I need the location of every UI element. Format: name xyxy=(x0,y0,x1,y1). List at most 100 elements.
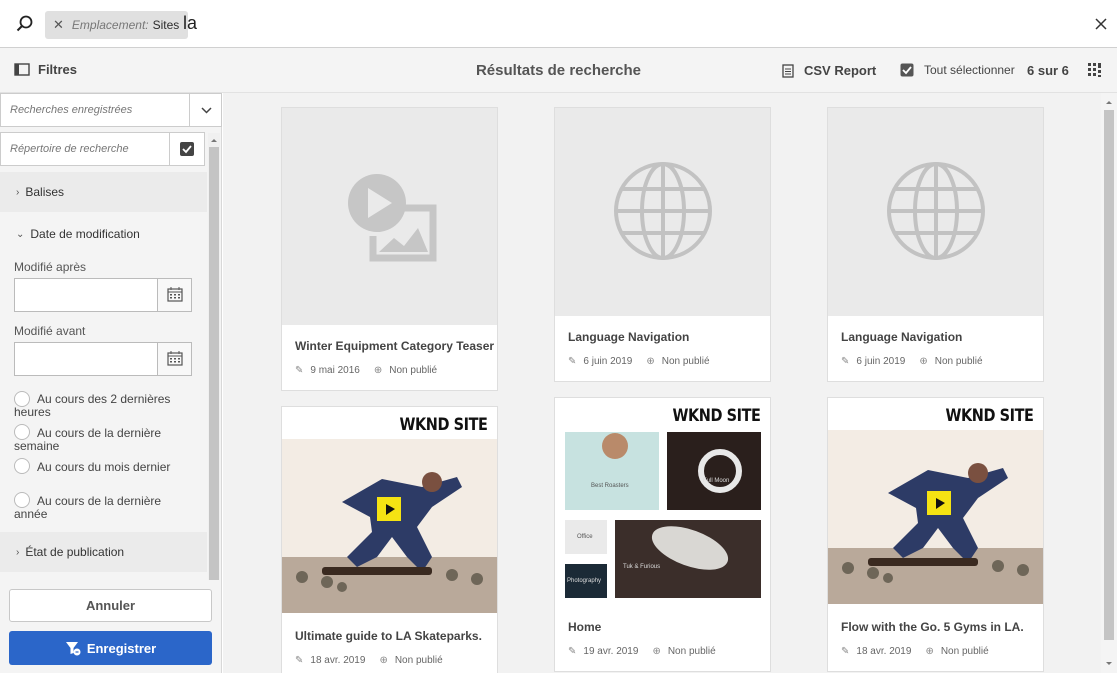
saved-searches-placeholder: Recherches enregistrées xyxy=(10,104,133,116)
radio-last-month-label: Au cours du mois dernier xyxy=(37,460,171,474)
collage-tile-label: Tuk & Furious xyxy=(623,564,661,570)
globe-icon xyxy=(887,162,985,260)
card-meta: ✎ 6 juin 2019 ⊕ Non publié xyxy=(841,356,983,367)
scroll-down-arrow-icon[interactable] xyxy=(1101,657,1117,671)
skater-image xyxy=(828,430,1043,604)
pencil-icon: ✎ xyxy=(568,356,577,367)
save-filter-icon xyxy=(65,642,81,656)
results-scrollbar[interactable] xyxy=(1101,93,1117,673)
card-status: Non publié xyxy=(389,365,438,376)
result-card[interactable]: WKND SITE Best Roasters Full Moon Office… xyxy=(554,397,771,672)
result-card[interactable]: Winter Equipment Category Teaser ✎ 9 mai… xyxy=(281,107,498,391)
pencil-icon: ✎ xyxy=(841,646,850,657)
publication-section-header[interactable]: › État de publication xyxy=(0,532,207,572)
globe-status-icon: ⊕ xyxy=(919,356,928,367)
modified-after-input[interactable] xyxy=(14,278,158,312)
chevron-down-icon[interactable] xyxy=(189,94,222,126)
csv-report-button[interactable]: CSV Report xyxy=(782,63,876,78)
scrollbar-thumb[interactable] xyxy=(1104,110,1114,640)
video-image-icon xyxy=(348,174,437,262)
card-status: Non publié xyxy=(394,655,443,666)
modified-section-header[interactable]: ⌄ Date de modification xyxy=(0,214,207,254)
result-card[interactable]: WKND SITE Ultimate guide to LA Skatepark… xyxy=(281,406,498,673)
results-toolbar: Filtres Résultats de recherche CSV Repor… xyxy=(0,48,1117,93)
pencil-icon: ✎ xyxy=(295,365,304,376)
globe-status-icon: ⊕ xyxy=(379,655,388,666)
card-title: Language Navigation xyxy=(568,330,690,344)
globe-status-icon: ⊕ xyxy=(652,646,661,657)
modified-after-calendar-button[interactable] xyxy=(157,278,192,312)
result-count: 6 sur 6 xyxy=(1027,63,1069,78)
select-all-label: Tout sélectionner xyxy=(924,63,1015,77)
search-input[interactable]: la xyxy=(183,13,197,34)
chevron-right-icon: › xyxy=(16,546,20,558)
filters-button[interactable]: Filtres xyxy=(14,62,77,77)
radio-last-week-label: Au cours de la dernière semaine xyxy=(14,426,162,453)
card-date: 18 avr. 2019 xyxy=(856,646,912,657)
collage-tile-label: Photography xyxy=(567,578,602,584)
tags-section-label: Balises xyxy=(25,185,65,199)
card-meta: ✎ 6 juin 2019 ⊕ Non publié xyxy=(568,356,710,367)
publication-section-label: État de publication xyxy=(25,545,125,559)
card-date: 9 mai 2016 xyxy=(310,365,360,376)
radio-last-2-hours-label: Au cours des 2 dernières heures xyxy=(14,392,171,419)
pencil-icon: ✎ xyxy=(295,655,304,666)
pencil-icon: ✎ xyxy=(841,356,850,367)
tags-section-header[interactable]: › Balises xyxy=(0,172,207,212)
filters-panel: Recherches enregistrées Répertoire de re… xyxy=(0,93,222,673)
card-thumbnail xyxy=(828,108,1043,316)
collage-tile-label: Office xyxy=(577,534,593,540)
skater-image xyxy=(282,439,497,613)
search-bar: ✕ Emplacement: Sites la xyxy=(0,0,1117,48)
saved-searches-select[interactable]: Recherches enregistrées xyxy=(0,93,222,127)
card-meta: ✎ 9 mai 2016 ⊕ Non publié xyxy=(295,365,437,376)
card-title: Language Navigation xyxy=(841,330,963,344)
collage-tile-label: Full Moon xyxy=(703,478,730,484)
search-icon[interactable] xyxy=(15,14,35,34)
modified-section-label: Date de modification xyxy=(30,227,140,241)
pencil-icon: ✎ xyxy=(568,646,577,657)
card-title: Flow with the Go. 5 Gyms in LA. xyxy=(841,620,1024,634)
directory-picker-button[interactable] xyxy=(169,132,205,166)
result-card[interactable]: Language Navigation ✎ 6 juin 2019 ⊕ Non … xyxy=(554,107,771,382)
calendar-icon xyxy=(167,351,183,366)
report-icon xyxy=(782,63,794,78)
select-all-button[interactable]: Tout sélectionner xyxy=(900,63,1015,77)
close-icon[interactable] xyxy=(1093,16,1109,32)
remove-tag-icon[interactable]: ✕ xyxy=(53,17,64,33)
modified-before-label: Modifié avant xyxy=(14,324,86,338)
modified-before-input[interactable] xyxy=(14,342,158,376)
radio-last-year-label: Au cours de la dernière année xyxy=(14,494,162,521)
wknd-logo: WKND SITE xyxy=(945,406,1033,426)
card-date: 6 juin 2019 xyxy=(583,356,633,367)
location-filter-tag[interactable]: ✕ Emplacement: Sites xyxy=(45,11,189,39)
result-card[interactable]: Language Navigation ✎ 6 juin 2019 ⊕ Non … xyxy=(827,107,1044,382)
card-thumbnail: WKND SITE Best Roasters Full Moon Office… xyxy=(555,398,770,604)
scroll-up-arrow-icon[interactable] xyxy=(1101,95,1117,109)
cancel-button[interactable]: Annuler xyxy=(9,589,212,622)
card-date: 19 avr. 2019 xyxy=(583,646,639,657)
calendar-icon xyxy=(167,287,183,302)
card-date: 6 juin 2019 xyxy=(856,356,906,367)
filter-rail-icon xyxy=(14,62,30,76)
sidebar-scrollbar[interactable] xyxy=(208,133,220,580)
chevron-right-icon: › xyxy=(16,186,20,198)
scrollbar-thumb[interactable] xyxy=(209,147,219,580)
scroll-up-arrow-icon[interactable] xyxy=(208,134,220,146)
chevron-down-icon: ⌄ xyxy=(16,228,25,240)
card-view-icon[interactable] xyxy=(1088,63,1102,77)
home-collage-image xyxy=(565,432,761,598)
save-search-button[interactable]: Enregistrer xyxy=(9,631,212,665)
globe-icon xyxy=(614,162,712,260)
tag-label: Emplacement: xyxy=(71,18,149,32)
card-status: Non publié xyxy=(940,646,989,657)
collage-tile-label: Best Roasters xyxy=(591,483,629,489)
save-search-label: Enregistrer xyxy=(86,640,157,656)
card-meta: ✎ 19 avr. 2019 ⊕ Non publié xyxy=(568,646,716,657)
globe-status-icon: ⊕ xyxy=(925,646,934,657)
search-directory-input[interactable]: Répertoire de recherche xyxy=(0,132,170,166)
card-thumbnail xyxy=(282,108,497,325)
modified-before-calendar-button[interactable] xyxy=(157,342,192,376)
result-card[interactable]: WKND SITE Flow with the Go. 5 Gyms in LA… xyxy=(827,397,1044,672)
card-thumbnail xyxy=(555,108,770,316)
